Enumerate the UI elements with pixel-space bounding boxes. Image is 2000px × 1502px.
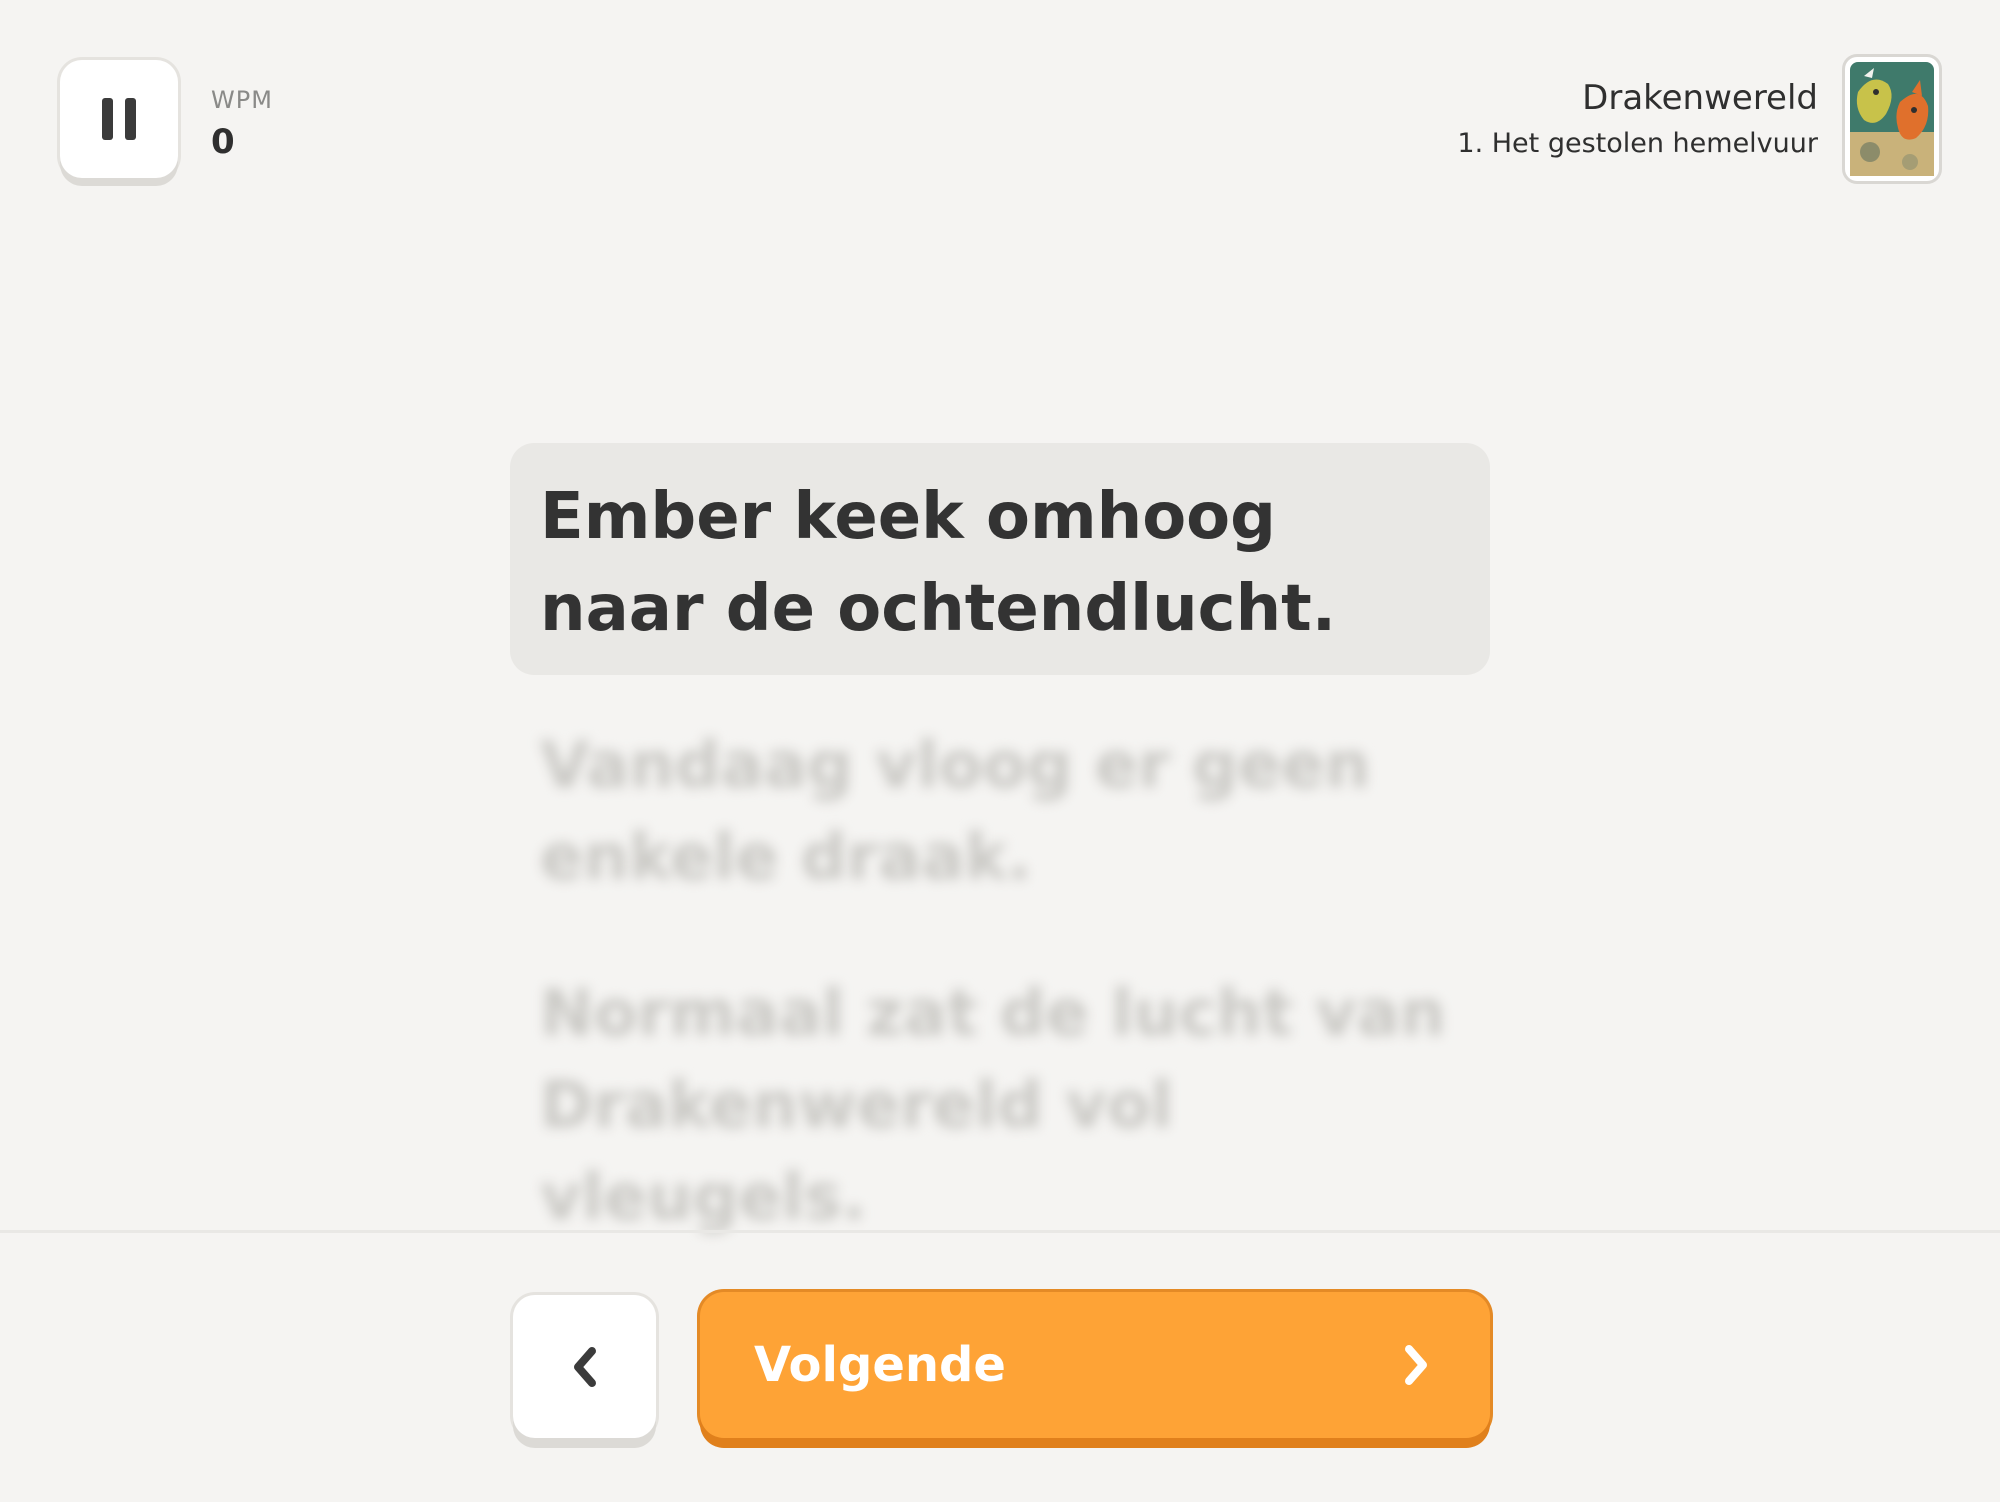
wpm-label: WPM xyxy=(211,86,273,114)
next-button-label: Volgende xyxy=(754,1337,1006,1393)
previous-button[interactable] xyxy=(513,1295,656,1438)
book-title: Drakenwereld xyxy=(1582,78,1818,118)
upcoming-sentence: Normaal zat de lucht van Drakenwereld vo… xyxy=(540,977,1446,1235)
book-cover-button[interactable] xyxy=(1845,57,1939,181)
dragon-cover-image xyxy=(1850,62,1934,176)
active-sentence[interactable]: Ember keek omhoog naar de ochtendlucht. xyxy=(510,443,1490,675)
footer-divider xyxy=(0,1230,2000,1233)
next-button[interactable]: Volgende xyxy=(700,1292,1490,1438)
chapter-title: 1. Het gestolen hemelvuur xyxy=(1457,128,1818,159)
pause-button[interactable] xyxy=(60,60,178,178)
chevron-left-icon xyxy=(573,1346,596,1387)
pause-icon xyxy=(96,98,142,140)
wpm-value: 0 xyxy=(211,122,235,162)
chevron-right-icon xyxy=(1405,1345,1427,1385)
upcoming-sentence: Vandaag vloog er geen enkele draak. xyxy=(540,729,1371,895)
